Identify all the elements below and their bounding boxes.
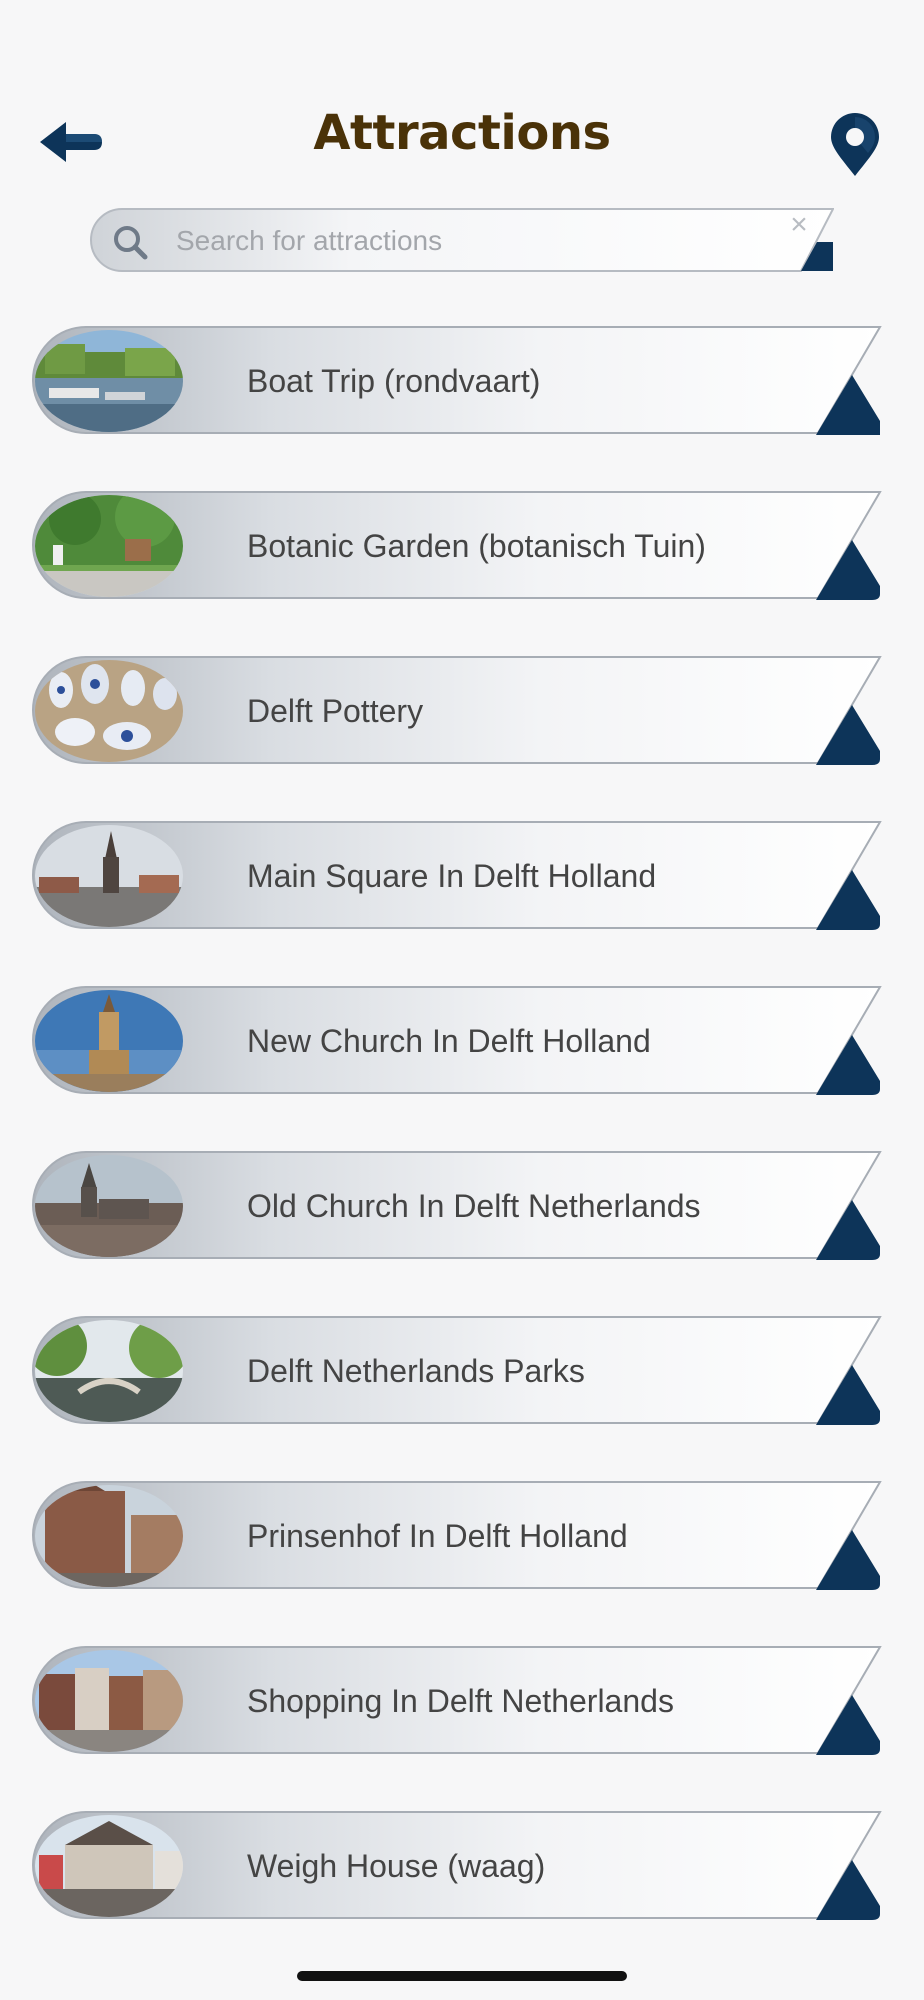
list-item-boat-trip[interactable]: Boat Trip (rondvaart) xyxy=(30,325,882,437)
search-input[interactable] xyxy=(174,218,778,264)
list-item-label: Boat Trip (rondvaart) xyxy=(247,363,541,399)
park-bridge-photo xyxy=(35,1320,183,1422)
list-item-main-square[interactable]: Main Square In Delft Holland xyxy=(30,820,882,932)
canal-boats-photo xyxy=(35,330,183,432)
page-title: Attractions xyxy=(313,105,611,161)
map-pin-icon xyxy=(831,113,879,176)
list-item-old-church[interactable]: Old Church In Delft Netherlands xyxy=(30,1150,882,1262)
list-item-label: Botanic Garden (botanisch Tuin) xyxy=(247,528,706,564)
weigh-house-photo xyxy=(35,1815,183,1917)
list-item-label: Delft Netherlands Parks xyxy=(247,1353,585,1389)
close-icon: × xyxy=(790,208,808,241)
list-item-label: Weigh House (waag) xyxy=(247,1848,546,1884)
list-item-label: New Church In Delft Holland xyxy=(247,1023,651,1059)
home-indicator[interactable] xyxy=(297,1971,627,1981)
list-item-label: Delft Pottery xyxy=(247,693,424,729)
church-tower-photo xyxy=(35,990,183,1092)
list-item-delft-pottery[interactable]: Delft Pottery xyxy=(30,655,882,767)
old-church-aerial-photo xyxy=(35,1155,183,1257)
list-item-weigh-house[interactable]: Weigh House (waag) xyxy=(30,1810,882,1922)
list-item-label: Main Square In Delft Holland xyxy=(247,858,657,894)
town-square-photo xyxy=(35,825,183,927)
search-bar: × xyxy=(90,208,834,272)
list-item-shopping[interactable]: Shopping In Delft Netherlands xyxy=(30,1645,882,1757)
brick-building-photo xyxy=(35,1485,183,1587)
list-item-label: Prinsenhof In Delft Holland xyxy=(247,1518,628,1554)
blue-white-pottery-photo xyxy=(35,660,183,762)
list-item-label: Old Church In Delft Netherlands xyxy=(247,1188,701,1224)
list-item-botanic-garden[interactable]: Botanic Garden (botanisch Tuin) xyxy=(30,490,882,602)
clear-search-button[interactable]: × xyxy=(784,210,814,240)
search-icon xyxy=(114,226,148,260)
header: Attractions xyxy=(0,0,924,190)
map-button[interactable] xyxy=(828,113,882,177)
list-item-new-church[interactable]: New Church In Delft Holland xyxy=(30,985,882,1097)
garden-photo xyxy=(35,495,183,597)
list-item-parks[interactable]: Delft Netherlands Parks xyxy=(30,1315,882,1427)
list-item-prinsenhof[interactable]: Prinsenhof In Delft Holland xyxy=(30,1480,882,1592)
list-item-label: Shopping In Delft Netherlands xyxy=(247,1683,674,1719)
shopping-street-photo xyxy=(35,1650,183,1752)
